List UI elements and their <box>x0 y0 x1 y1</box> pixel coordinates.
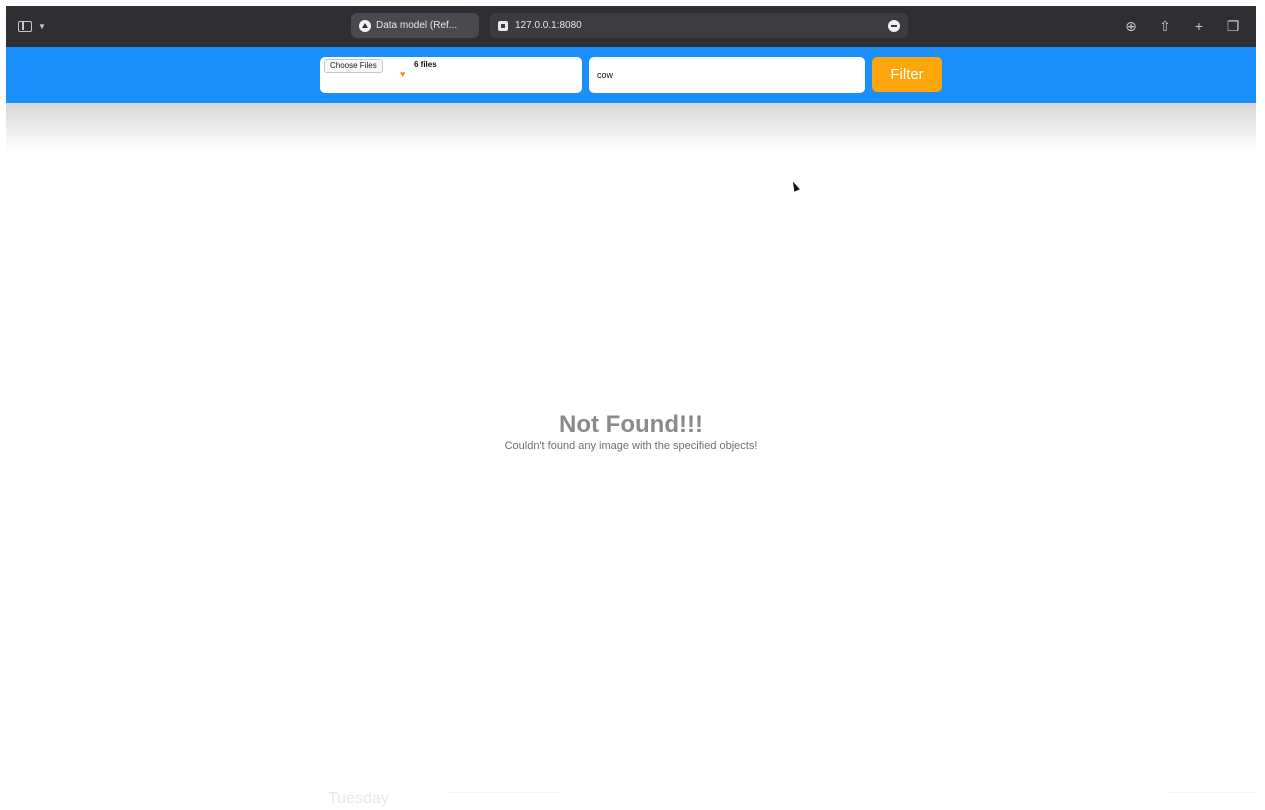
chevron-down-icon: ▼ <box>38 21 46 31</box>
empty-state-message: Couldn't found any image with the specif… <box>504 440 758 452</box>
browser-window: ▼ Data model (Ref... 127.0.0.1:8080 ⊕ ⇧ … <box>6 6 1256 810</box>
address-bar[interactable]: 127.0.0.1:8080 <box>490 13 908 38</box>
sidebar-toggle-button[interactable]: ▼ <box>18 15 54 37</box>
file-count: 6 files <box>414 60 437 69</box>
mouse-cursor-icon <box>790 180 800 192</box>
background-divider <box>1166 792 1256 802</box>
downloads-icon[interactable]: ⊕ <box>1120 15 1142 37</box>
empty-state: Not Found!!! Couldn't found any image wi… <box>6 411 1256 452</box>
file-picker[interactable]: Choose Files ♥ 6 files <box>320 57 582 93</box>
app-toolbar: Choose Files ♥ 6 files Filter <box>6 47 1256 103</box>
empty-state-title: Not Found!!! <box>559 411 703 438</box>
tab-overview-icon[interactable]: ❐ <box>1222 15 1244 37</box>
filter-button[interactable]: Filter <box>872 57 942 92</box>
choose-files-button[interactable]: Choose Files <box>324 59 383 73</box>
object-search-input[interactable] <box>589 57 865 93</box>
new-tab-icon[interactable]: + <box>1188 15 1210 37</box>
address-url: 127.0.0.1:8080 <box>515 20 582 31</box>
browser-titlebar: ▼ Data model (Ref... 127.0.0.1:8080 ⊕ ⇧ … <box>6 6 1256 47</box>
tab-title: Data model (Ref... <box>376 20 458 31</box>
browser-actions: ⊕ ⇧ + ❐ <box>1120 15 1244 37</box>
tab-favicon-icon <box>359 19 371 32</box>
background-day-label: Tuesday <box>328 790 389 807</box>
heart-icon: ♥ <box>400 69 406 79</box>
background-divider <box>446 792 561 802</box>
tab-data-model[interactable]: Data model (Ref... <box>351 13 479 38</box>
toolbar-shadow <box>6 103 1256 153</box>
reader-mode-icon[interactable] <box>888 20 900 32</box>
site-favicon-icon <box>498 20 508 31</box>
share-icon[interactable]: ⇧ <box>1154 15 1176 37</box>
sidebar-icon <box>18 20 32 32</box>
